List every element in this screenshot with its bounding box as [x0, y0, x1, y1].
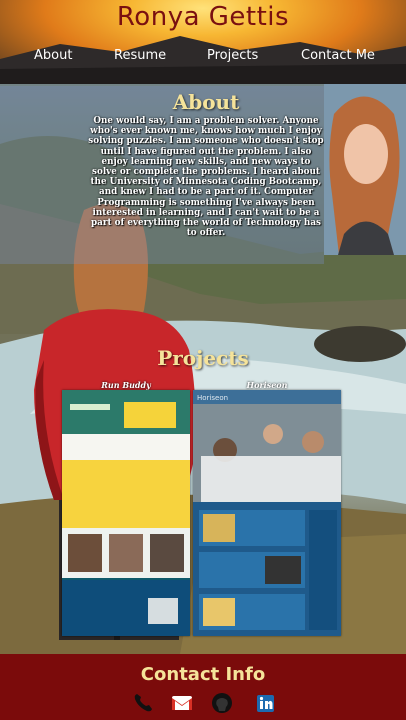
- horiseon-screenshot: Horiseon: [193, 390, 341, 636]
- nav-resume[interactable]: Resume: [114, 48, 166, 63]
- project-caption-run-buddy: Run Buddy: [101, 380, 151, 390]
- about-body: One would say, I am a problem solver. An…: [88, 116, 324, 239]
- phone-icon[interactable]: [132, 692, 154, 714]
- main-nav: About Resume Projects Contact Me: [0, 48, 406, 70]
- project-card-horiseon[interactable]: Horiseon: [193, 390, 341, 636]
- about-heading: About: [172, 90, 240, 114]
- github-icon[interactable]: [211, 692, 233, 714]
- run-buddy-screenshot: [62, 390, 190, 636]
- gmail-icon[interactable]: [171, 692, 193, 714]
- site-title: Ronya Gettis: [116, 2, 290, 32]
- project-caption-horiseon: Horiseon: [246, 380, 288, 390]
- nav-about[interactable]: About: [34, 48, 72, 63]
- nav-projects[interactable]: Projects: [207, 48, 258, 63]
- projects-heading: Projects: [157, 346, 249, 370]
- contact-heading: Contact Info: [140, 664, 266, 685]
- linkedin-icon[interactable]: [255, 692, 277, 714]
- horiseon-brand: Horiseon: [197, 394, 228, 402]
- project-card-run-buddy[interactable]: [62, 390, 190, 636]
- profile-photo: [324, 84, 406, 255]
- nav-contact-me[interactable]: Contact Me: [301, 48, 375, 63]
